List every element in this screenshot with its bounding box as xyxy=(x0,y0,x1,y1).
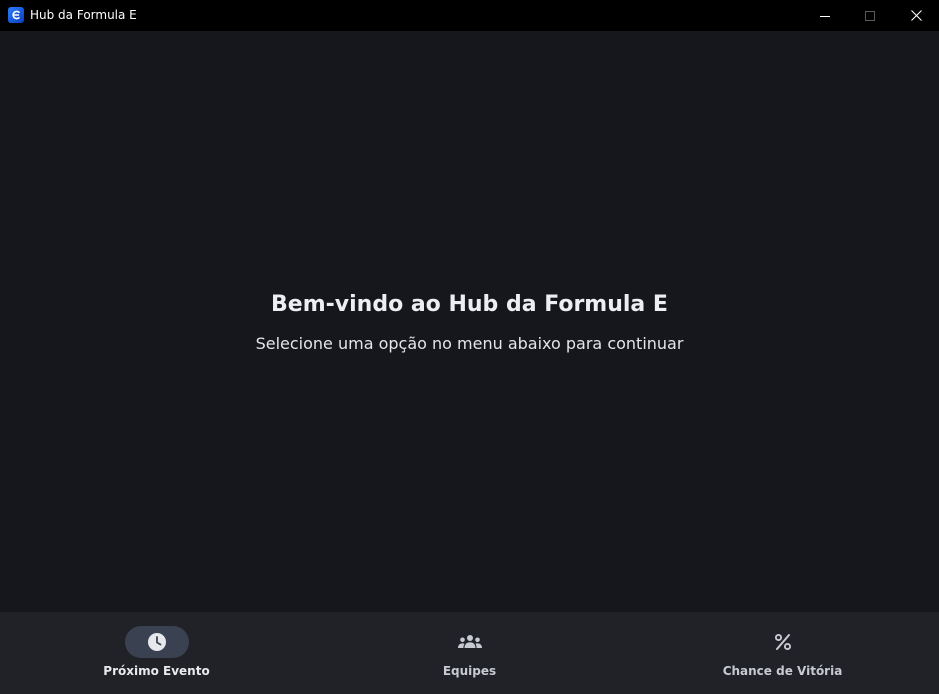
clock-icon xyxy=(147,633,166,651)
nav-item-equipes[interactable]: Equipes xyxy=(313,612,626,694)
welcome-title: Bem-vindo ao Hub da Formula E xyxy=(271,292,668,317)
close-icon xyxy=(910,10,922,21)
nav-indicator-pill xyxy=(751,626,815,658)
minimize-icon xyxy=(820,15,830,17)
groups-icon xyxy=(457,635,482,648)
nav-indicator-pill xyxy=(438,626,502,658)
app-logo-icon xyxy=(8,7,24,23)
nav-label: Próximo Evento xyxy=(103,664,210,678)
close-button[interactable] xyxy=(893,0,939,31)
maximize-button[interactable] xyxy=(847,0,893,31)
nav-label: Chance de Vitória xyxy=(722,664,843,678)
bottom-navigation: Próximo Evento Equipes Chance de Vitória xyxy=(0,612,939,694)
window-title: Hub da Formula E xyxy=(30,8,137,22)
app-window: Hub da Formula E Bem-vindo ao Hub da For… xyxy=(0,0,939,694)
nav-indicator-pill xyxy=(124,626,189,658)
nav-item-chance-de-vitoria[interactable]: Chance de Vitória xyxy=(626,612,939,694)
maximize-icon xyxy=(865,10,875,21)
percent-icon xyxy=(774,633,791,651)
title-bar[interactable]: Hub da Formula E xyxy=(0,0,939,31)
nav-item-proximo-evento[interactable]: Próximo Evento xyxy=(0,612,313,694)
welcome-subtitle: Selecione uma opção no menu abaixo para … xyxy=(255,334,684,353)
main-content: Bem-vindo ao Hub da Formula E Selecione … xyxy=(0,31,939,612)
minimize-button[interactable] xyxy=(802,0,848,31)
nav-label: Equipes xyxy=(442,664,497,678)
